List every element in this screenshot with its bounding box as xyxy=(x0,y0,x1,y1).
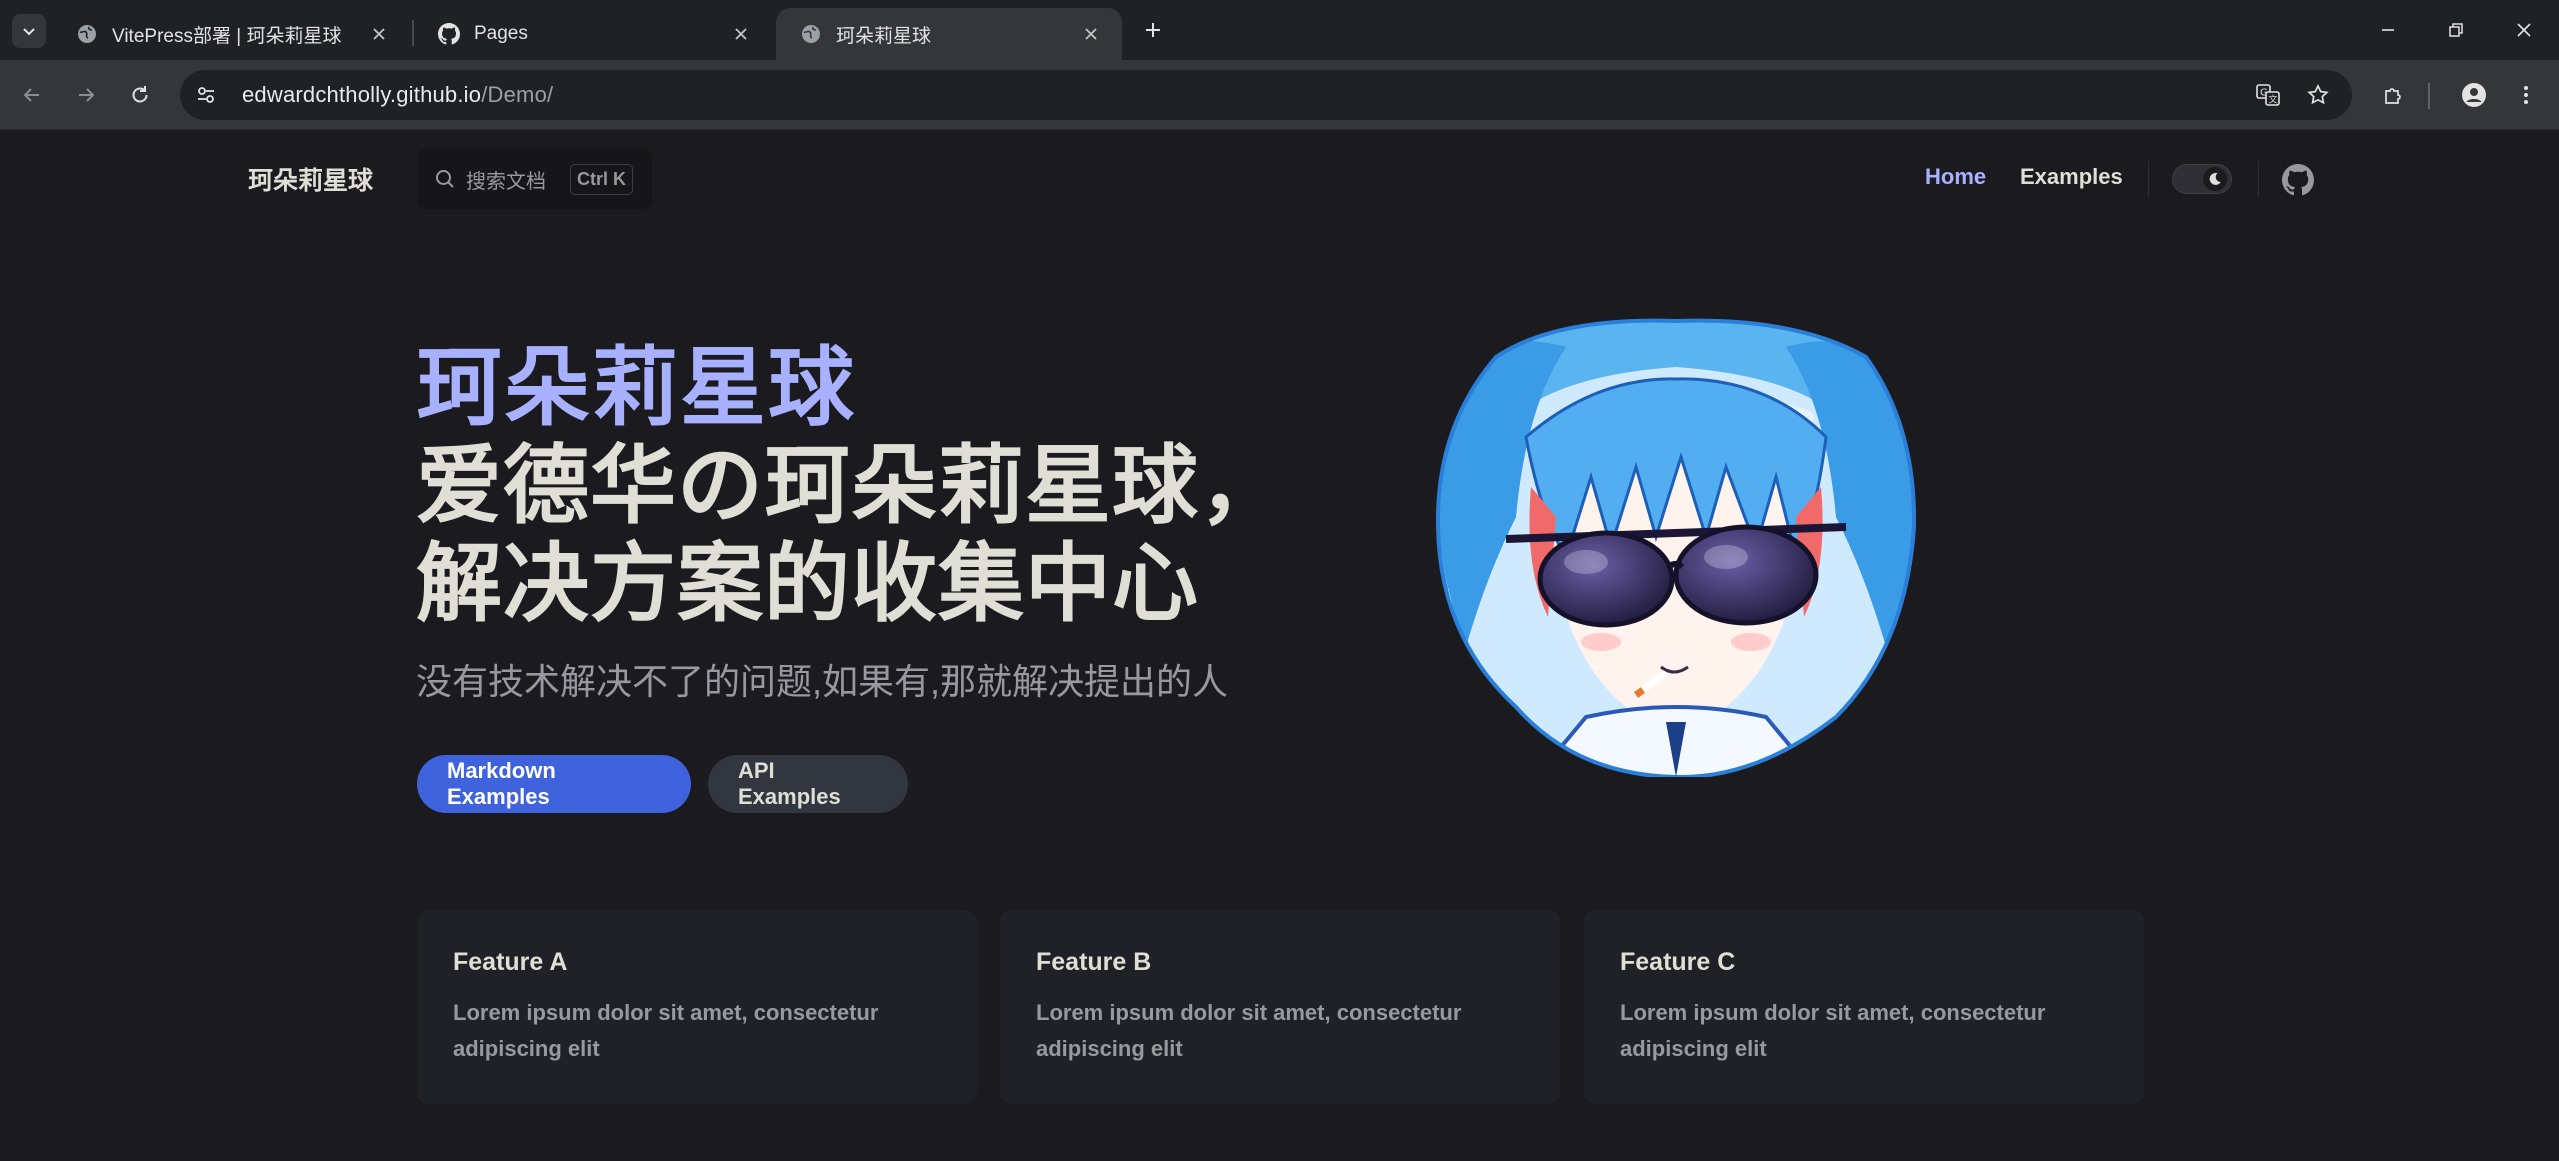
nav-link-examples[interactable]: Examples xyxy=(2020,164,2123,190)
tab-title: Pages xyxy=(474,23,528,44)
profile-icon xyxy=(2462,83,2486,107)
feature-title: Feature B xyxy=(1036,948,1152,976)
arrow-right-icon xyxy=(79,88,95,102)
more-vertical-icon xyxy=(2524,86,2528,104)
translate-icon: G文 xyxy=(2256,84,2280,106)
new-tab-button[interactable] xyxy=(1136,13,1170,47)
hero-text: 爱德华の珂朵莉星球， 解决方案的收集中心 xyxy=(416,437,1296,633)
github-icon[interactable] xyxy=(2282,164,2314,196)
globe-icon xyxy=(802,25,820,43)
browser-menu-button[interactable] xyxy=(2504,73,2548,117)
chevron-down-icon xyxy=(23,28,35,36)
bookmark-button[interactable] xyxy=(2296,73,2340,117)
github-icon xyxy=(438,23,460,45)
close-icon[interactable] xyxy=(1078,21,1104,47)
feature-card: Feature B Lorem ipsum dolor sit amet, co… xyxy=(1000,910,1560,1104)
translate-button[interactable]: G文 xyxy=(2246,73,2290,117)
hero-text-line: 解决方案的收集中心 xyxy=(416,536,1199,632)
site-title[interactable]: 珂朵莉星球 xyxy=(248,161,373,197)
tab-chtholly-planet[interactable]: 珂朵莉星球 xyxy=(776,8,1122,60)
browser-toolbar: edwardchtholly.github.io/Demo/ G文 xyxy=(0,60,2559,130)
nav-divider xyxy=(2148,161,2149,197)
tab-search-button[interactable] xyxy=(12,14,46,48)
markdown-examples-button[interactable]: Markdown Examples xyxy=(417,755,691,813)
page-content: 珂朵莉星球 搜索文档 Ctrl K Home Examples 珂朵莉星球 爱德… xyxy=(0,131,2559,1161)
feature-details: Lorem ipsum dolor sit amet, consectetur … xyxy=(1620,1000,2046,1061)
nav-link-home[interactable]: Home xyxy=(1925,164,1986,190)
tab-vitepress-deploy[interactable]: VitePress部署 | 珂朵莉星球 xyxy=(52,8,410,60)
hero-avatar-image xyxy=(1436,318,1916,777)
url-host: edwardchtholly.github.io xyxy=(242,82,482,107)
svg-text:文: 文 xyxy=(2269,94,2278,106)
plus-icon xyxy=(1146,23,1160,37)
toolbar-separator xyxy=(2428,83,2430,109)
minimize-button[interactable] xyxy=(2358,8,2418,52)
search-placeholder: 搜索文档 xyxy=(466,170,546,193)
back-button[interactable] xyxy=(10,73,54,117)
hero-text-line: 爱德华の珂朵莉星球， xyxy=(416,438,1286,534)
url-text: edwardchtholly.github.io/Demo/ xyxy=(242,82,553,108)
feature-title: Feature A xyxy=(453,948,568,976)
tab-pages[interactable]: Pages xyxy=(414,8,772,60)
star-icon xyxy=(2307,84,2329,105)
arrow-left-icon xyxy=(23,88,39,102)
browser-tab-bar: VitePress部署 | 珂朵莉星球 Pages 珂朵莉星球 xyxy=(0,0,2559,60)
appearance-toggle[interactable] xyxy=(2172,164,2232,194)
feature-details: Lorem ipsum dolor sit amet, consectetur … xyxy=(453,1000,879,1061)
hero-name: 珂朵莉星球 xyxy=(416,340,856,436)
feature-details: Lorem ipsum dolor sit amet, consectetur … xyxy=(1036,1000,1462,1061)
close-icon[interactable] xyxy=(728,21,754,47)
close-icon[interactable] xyxy=(366,21,392,47)
hero-tagline: 没有技术解决不了的问题,如果有,那就解决提出的人 xyxy=(416,661,1229,702)
nav-divider xyxy=(2258,161,2259,197)
close-icon xyxy=(2517,23,2531,37)
forward-button[interactable] xyxy=(64,73,108,117)
feature-card: Feature A Lorem ipsum dolor sit amet, co… xyxy=(417,910,977,1104)
close-window-button[interactable] xyxy=(2494,8,2554,52)
search-shortcut: Ctrl K xyxy=(570,163,633,195)
address-bar[interactable]: edwardchtholly.github.io/Demo/ G文 xyxy=(180,70,2352,120)
reload-button[interactable] xyxy=(118,73,162,117)
url-path: /Demo/ xyxy=(481,82,554,107)
reload-icon xyxy=(132,86,148,103)
restore-button[interactable] xyxy=(2426,8,2486,52)
puzzle-icon xyxy=(2385,88,2401,104)
feature-card: Feature C Lorem ipsum dolor sit amet, co… xyxy=(1584,910,2144,1104)
tune-icon xyxy=(198,87,214,103)
tab-title: 珂朵莉星球 xyxy=(836,25,932,47)
globe-icon xyxy=(78,25,96,43)
tab-title: VitePress部署 | 珂朵莉星球 xyxy=(112,25,342,47)
api-examples-button[interactable]: API Examples xyxy=(708,755,908,813)
restore-icon xyxy=(2449,23,2463,37)
search-button[interactable]: 搜索文档 Ctrl K xyxy=(418,149,652,209)
extensions-button[interactable] xyxy=(2372,73,2416,117)
site-info-button[interactable] xyxy=(184,73,228,117)
feature-title: Feature C xyxy=(1620,948,1736,976)
profile-button[interactable] xyxy=(2452,73,2496,117)
moon-icon xyxy=(2203,167,2227,191)
search-icon xyxy=(436,170,454,188)
minimize-icon xyxy=(2382,29,2394,31)
